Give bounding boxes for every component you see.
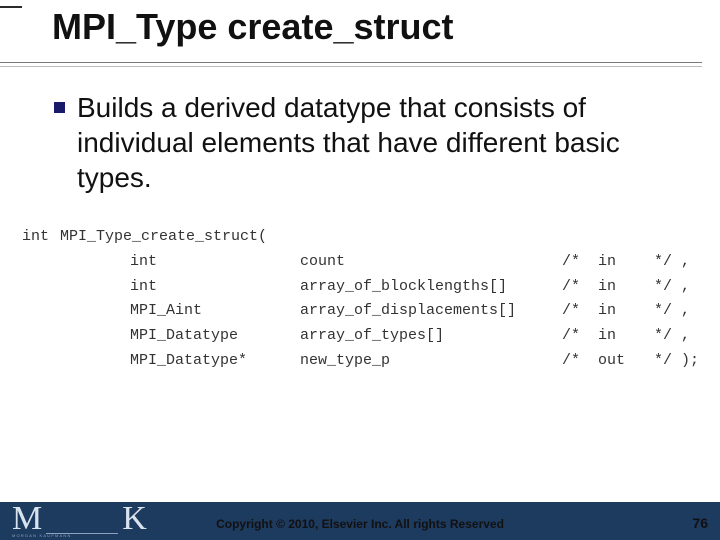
param-type: MPI_Datatype* — [130, 349, 300, 374]
param-tail: */ , — [654, 275, 690, 300]
param-comment: /* out — [562, 349, 654, 374]
code-func-name: MPI_Type_create_struct( — [60, 225, 267, 250]
param-comment: /* in — [562, 324, 654, 349]
param-type: MPI_Datatype — [130, 324, 300, 349]
title-left-rule — [0, 6, 22, 52]
bullet-icon — [54, 102, 65, 113]
code-param-row: int array_of_blocklengths[] /* in */ , — [22, 275, 690, 300]
slide: MPI_Type create_struct Builds a derived … — [0, 0, 720, 540]
copyright: Copyright © 2010, Elsevier Inc. All righ… — [0, 517, 720, 531]
code-signature: int MPI_Type_create_struct( int count /*… — [22, 225, 690, 374]
title-underline — [0, 62, 702, 63]
code-param-row: int count /* in */ , — [22, 250, 690, 275]
param-tail: */ , — [654, 324, 690, 349]
param-comment: /* in — [562, 275, 654, 300]
title-underline-2 — [0, 66, 702, 67]
body: Builds a derived datatype that consists … — [54, 90, 690, 195]
param-name: array_of_types[] — [300, 324, 562, 349]
param-tail: */ , — [654, 299, 690, 324]
param-type: int — [130, 275, 300, 300]
page-title: MPI_Type create_struct — [52, 6, 720, 48]
param-comment: /* in — [562, 299, 654, 324]
logo-subtext: MORGAN KAUFMANN — [12, 533, 72, 538]
code-param-row: MPI_Datatype array_of_types[] /* in */ , — [22, 324, 690, 349]
code-param-row: MPI_Datatype* new_type_p /* out */ ); — [22, 349, 690, 374]
param-tail: */ , — [654, 250, 690, 275]
bullet-text: Builds a derived datatype that consists … — [77, 90, 690, 195]
code-header-row: int MPI_Type_create_struct( — [22, 225, 690, 250]
param-name: array_of_displacements[] — [300, 299, 562, 324]
param-tail: */ ); — [654, 349, 690, 374]
code-return-type: int — [22, 225, 60, 250]
page-number: 76 — [692, 515, 708, 531]
param-comment: /* in — [562, 250, 654, 275]
bullet-item: Builds a derived datatype that consists … — [54, 90, 690, 195]
param-type: int — [130, 250, 300, 275]
code-param-row: MPI_Aint array_of_displacements[] /* in … — [22, 299, 690, 324]
title-area: MPI_Type create_struct — [0, 6, 720, 54]
param-name: count — [300, 250, 562, 275]
param-name: array_of_blocklengths[] — [300, 275, 562, 300]
param-name: new_type_p — [300, 349, 562, 374]
param-type: MPI_Aint — [130, 299, 300, 324]
